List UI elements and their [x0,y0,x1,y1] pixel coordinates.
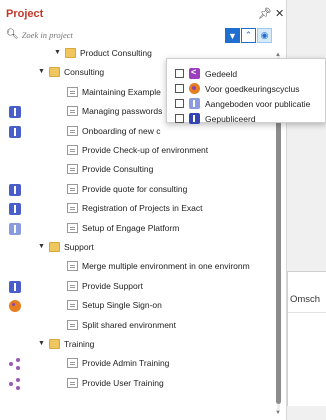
document-icon [67,261,78,272]
caret-down-icon[interactable]: ▼ [38,68,45,75]
share-icon [9,358,21,371]
folder-icon [49,67,60,78]
tree-item-label: Provide Check-up of environment [82,145,209,155]
tree-item-row[interactable]: Registration of Projects in Exact [0,199,275,219]
tree-item-label: Support [64,242,94,252]
caret-down-icon[interactable]: ▼ [38,243,45,250]
tree-item-label: Registration of Projects in Exact [82,203,203,214]
tree-item-label: Training [64,339,95,349]
document-icon [67,319,78,330]
tree-toolbar: ▼ ⌃ ◉ [224,28,272,43]
tree-item-label: Setup of Engage Platform [82,222,180,233]
tree-item-row[interactable]: Provide Check-up of environment [0,141,275,161]
document-icon [67,106,78,117]
divider [288,312,326,313]
checkbox[interactable] [175,114,184,123]
book-icon [9,106,21,119]
filter-option-shared[interactable]: Gedeeld [175,67,325,81]
caret-down-icon[interactable]: ▼ [38,340,45,347]
book-icon [9,183,21,196]
filter-popup: Gedeeld Voor goedkeuringscyclus Aangebod… [166,58,326,126]
cookie-icon [189,83,200,94]
document-icon [67,222,78,233]
document-icon [67,164,78,175]
tree-item-label: Product Consulting [80,48,152,58]
caret-down-icon[interactable]: ▼ [54,49,61,56]
document-icon [67,125,78,136]
tree-item-row[interactable]: Provide User Training [0,374,275,394]
tree-item-label: Onboarding of new c [82,125,161,136]
filter-option-approval[interactable]: Voor goedkeuringscyclus [175,82,325,96]
filter-option-published[interactable]: Gepubliceerd [175,112,325,126]
document-icon [67,86,78,97]
search-icon: 🔍︎ [6,29,19,40]
chevron-up-icon[interactable]: ⌃ [241,28,256,43]
tree-item-label: Provide Support [82,280,143,291]
tree-item-row[interactable]: Provide Admin Training [0,354,275,374]
search-bar: 🔍︎ [6,29,142,40]
tree-item-row[interactable]: Setup of Engage Platform [0,219,275,239]
search-input[interactable] [21,29,142,40]
tree-item-label: Provide quote for consulting [82,183,188,194]
checkbox[interactable] [175,69,184,78]
description-panel: Omsch [287,271,326,406]
book-icon [9,222,21,235]
tree-item-row[interactable]: Provide Support [0,277,275,297]
document-icon [67,358,78,369]
book-icon [189,113,200,124]
book-icon [9,203,21,216]
tree-item-label: Split shared environment [82,319,177,330]
tree-item-label: Consulting [64,67,105,78]
tree-item-label: Provide Admin Training [82,358,170,369]
filter-icon[interactable]: ▼ [225,28,240,43]
tree-item-label: Provide User Training [82,377,164,388]
document-icon [67,280,78,291]
approval-icon [9,300,21,313]
tree-folder-row[interactable]: ▼ Support [0,238,275,258]
tree-item-label: Provide Consulting [82,164,154,175]
tree-item-row[interactable]: Provide Consulting [0,160,275,180]
filter-option-offered[interactable]: Aangeboden voor publicatie [175,97,325,111]
scroll-down-icon[interactable]: ▼ [275,410,281,416]
book-icon [9,125,21,138]
book-icon [9,280,21,293]
document-icon [67,300,78,311]
document-icon [67,203,78,214]
filter-option-label: Gedeeld [205,69,238,79]
document-icon [67,183,78,194]
share-icon [9,377,21,390]
filter-option-label: Gepubliceerd [205,114,256,124]
panel-title: Project [6,8,44,20]
folder-icon [65,48,76,58]
description-label: Omsch [290,294,321,305]
tree-item-row[interactable]: Setup Single Sign-on [0,296,275,316]
tree-item-label: Setup Single Sign-on [82,300,162,311]
tree-item-row[interactable]: Split shared environment [0,316,275,336]
folder-icon [49,339,60,349]
checkbox[interactable] [175,84,184,93]
filter-option-label: Aangeboden voor publicatie [205,99,311,109]
filter-option-label: Voor goedkeuringscyclus [205,84,300,94]
pin-icon[interactable]: 📌︎ [258,8,272,20]
tree-item-row[interactable]: Provide quote for consulting [0,180,275,200]
checkbox[interactable] [175,99,184,108]
tree-item-label: Managing passwords [82,106,163,117]
book-light-icon [189,98,200,109]
share-icon [189,67,200,79]
tree-folder-row[interactable]: ▼ Training [0,335,275,355]
close-icon[interactable]: ✕ [275,8,284,20]
folder-icon [49,242,60,252]
eye-icon[interactable]: ◉ [257,28,272,43]
tree-item-label: Maintaining Example [82,86,161,97]
document-icon [67,377,78,388]
header-icons: 📌︎ ✕ [255,7,284,20]
scroll-thumb[interactable] [276,86,281,404]
tree-item-row[interactable]: Merge multiple environment in one enviro… [0,257,275,277]
document-icon [67,145,78,155]
tree-item-label: Merge multiple environment in one enviro… [82,261,250,272]
